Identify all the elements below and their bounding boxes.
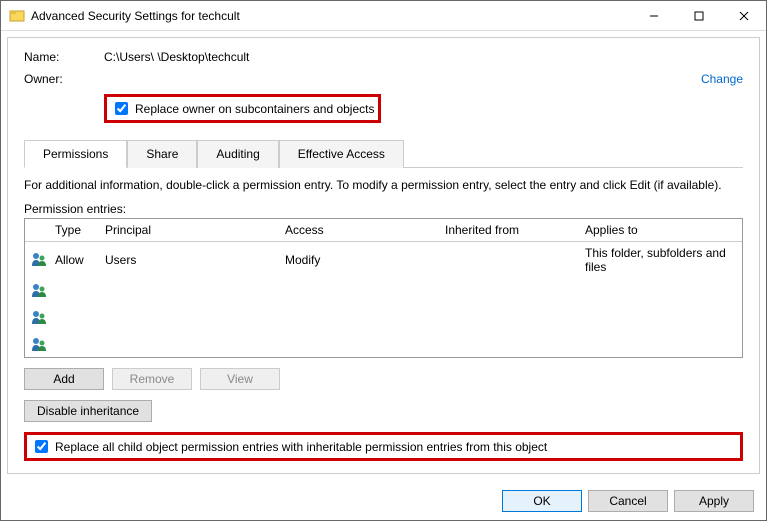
cell-principal xyxy=(99,344,279,348)
cell-inherited xyxy=(439,290,579,294)
titlebar: Advanced Security Settings for techcult xyxy=(1,1,766,31)
cell-inherited xyxy=(439,317,579,321)
table-row[interactable]: AllowUsersModify This folder, subfolders … xyxy=(25,242,742,278)
cell-applies xyxy=(579,344,742,348)
tab-effective-access[interactable]: Effective Access xyxy=(279,140,404,168)
tabstrip: Permissions Share Auditing Effective Acc… xyxy=(24,139,743,168)
replace-children-highlight: Replace all child object permission entr… xyxy=(24,432,743,461)
grid-header-applies[interactable]: Applies to xyxy=(579,219,742,241)
name-label: Name: xyxy=(24,50,104,64)
maximize-button[interactable] xyxy=(676,1,721,30)
name-value: C:\Users\ \Desktop\techcult xyxy=(104,50,249,64)
ok-button[interactable]: OK xyxy=(502,490,582,512)
grid-header-type[interactable]: Type xyxy=(49,219,99,241)
cell-applies: This folder, subfolders and files xyxy=(579,244,742,276)
tab-permissions[interactable]: Permissions xyxy=(24,140,127,168)
cell-access xyxy=(279,317,439,321)
cell-type xyxy=(49,317,99,321)
cancel-button[interactable]: Cancel xyxy=(588,490,668,512)
users-icon xyxy=(25,334,49,357)
grid-header-access[interactable]: Access xyxy=(279,219,439,241)
cell-type xyxy=(49,290,99,294)
entry-button-row: Add Remove View xyxy=(24,368,743,390)
remove-button: Remove xyxy=(112,368,192,390)
tab-auditing[interactable]: Auditing xyxy=(197,140,278,168)
permission-grid[interactable]: Type Principal Access Inherited from App… xyxy=(24,218,743,358)
cell-inherited xyxy=(439,258,579,262)
disable-inheritance-button[interactable]: Disable inheritance xyxy=(24,400,152,422)
name-row: Name: C:\Users\ \Desktop\techcult xyxy=(24,50,743,64)
users-icon xyxy=(25,280,49,303)
close-button[interactable] xyxy=(721,1,766,30)
cell-principal: Users xyxy=(99,251,279,269)
grid-header-inherited[interactable]: Inherited from xyxy=(439,219,579,241)
replace-owner-checkbox[interactable] xyxy=(115,102,128,115)
cell-principal xyxy=(99,290,279,294)
info-text: For additional information, double-click… xyxy=(24,178,743,192)
table-row[interactable] xyxy=(25,305,742,332)
permission-entries-label: Permission entries: xyxy=(24,202,743,216)
replace-owner-label: Replace owner on subcontainers and objec… xyxy=(135,102,374,116)
owner-label: Owner: xyxy=(24,72,104,86)
window-title: Advanced Security Settings for techcult xyxy=(31,9,631,23)
cell-principal xyxy=(99,317,279,321)
replace-owner-row: Replace owner on subcontainers and objec… xyxy=(104,94,743,123)
grid-header: Type Principal Access Inherited from App… xyxy=(25,219,742,242)
table-row[interactable] xyxy=(25,278,742,305)
client-area: Name: C:\Users\ \Desktop\techcult Owner:… xyxy=(7,37,760,474)
tab-share[interactable]: Share xyxy=(127,140,197,168)
cell-applies xyxy=(579,290,742,294)
dialog-footer: OK Cancel Apply xyxy=(1,480,766,522)
grid-body: AllowUsersModify This folder, subfolders … xyxy=(25,242,742,359)
cell-type: Allow xyxy=(49,251,99,269)
grid-header-icon xyxy=(25,219,49,241)
apply-button[interactable]: Apply xyxy=(674,490,754,512)
grid-header-principal[interactable]: Principal xyxy=(99,219,279,241)
owner-row: Owner: Change xyxy=(24,72,743,86)
replace-children-label: Replace all child object permission entr… xyxy=(55,440,547,454)
view-button: View xyxy=(200,368,280,390)
users-icon xyxy=(25,307,49,330)
users-icon xyxy=(25,249,49,272)
replace-children-checkbox[interactable] xyxy=(35,440,48,453)
window: Advanced Security Settings for techcult … xyxy=(0,0,767,521)
table-row[interactable] xyxy=(25,332,742,359)
cell-type xyxy=(49,344,99,348)
cell-access xyxy=(279,344,439,348)
inheritance-row: Disable inheritance xyxy=(24,400,743,422)
security-icon xyxy=(9,8,25,24)
cell-applies xyxy=(579,317,742,321)
change-owner-link[interactable]: Change xyxy=(701,72,743,86)
minimize-button[interactable] xyxy=(631,1,676,30)
cell-access: Modify xyxy=(279,251,439,269)
add-button[interactable]: Add xyxy=(24,368,104,390)
cell-access xyxy=(279,290,439,294)
cell-inherited xyxy=(439,344,579,348)
replace-owner-highlight: Replace owner on subcontainers and objec… xyxy=(104,94,381,123)
